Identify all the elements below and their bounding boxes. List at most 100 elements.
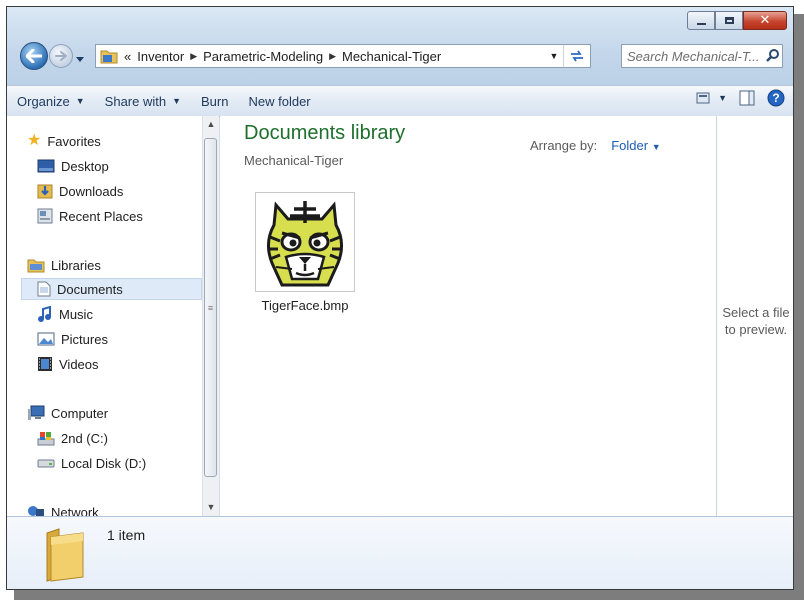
nav-label: Local Disk (D:) <box>61 455 147 471</box>
title-bar[interactable]: ✕ « Inventor ▶ Parametric-Modeling ▶ Mec… <box>7 7 793 85</box>
hard-drive-icon <box>37 459 55 468</box>
chevron-down-icon <box>76 57 84 62</box>
desktop-icon <box>37 159 55 173</box>
view-controls: ▼ ? <box>696 89 785 107</box>
nav-scrollbar[interactable]: ▲ ≡ ▼ <box>202 116 219 516</box>
search-input[interactable] <box>622 47 765 65</box>
nav-label: Desktop <box>61 158 109 174</box>
computer-icon <box>28 405 45 420</box>
chevron-right-icon[interactable]: ▶ <box>329 51 336 62</box>
nav-music[interactable]: Music <box>37 303 93 325</box>
network-icon <box>28 506 44 516</box>
nav-pictures[interactable]: Pictures <box>37 328 108 350</box>
change-view-button[interactable]: ▼ <box>696 92 727 104</box>
nav-videos[interactable]: Videos <box>37 353 99 375</box>
library-subtitle: Mechanical-Tiger <box>244 153 344 168</box>
scroll-up-arrow-icon[interactable]: ▲ <box>203 116 219 133</box>
nav-label: 2nd (C:) <box>61 430 108 446</box>
breadcrumb-parametric-modeling[interactable]: Parametric-Modeling <box>203 49 323 64</box>
chevron-down-icon: ▼ <box>718 93 727 103</box>
details-pane: 1 item <box>7 516 793 589</box>
close-icon: ✕ <box>759 13 771 28</box>
nav-label: Music <box>59 306 93 322</box>
item-count: 1 item <box>107 527 146 543</box>
recent-places-icon <box>37 208 53 224</box>
address-controls: ▼ <box>545 45 590 67</box>
chevron-down-icon: ▼ <box>651 142 661 152</box>
burn-label: Burn <box>201 93 229 109</box>
file-thumbnail <box>255 192 355 292</box>
libraries-icon <box>27 259 45 273</box>
preview-message: Select a file to preview. <box>717 304 793 338</box>
nav-label: Pictures <box>61 331 108 347</box>
close-button[interactable]: ✕ <box>743 11 787 30</box>
preview-line-1: Select a file <box>722 305 790 320</box>
nav-network[interactable]: Network <box>27 501 99 516</box>
refresh-button[interactable] <box>563 45 590 67</box>
minimize-button[interactable] <box>687 11 715 30</box>
music-icon <box>38 306 51 322</box>
nav-computer[interactable]: Computer <box>27 402 108 424</box>
svg-text:?: ? <box>772 91 779 105</box>
file-item[interactable]: TigerFace.bmp <box>250 192 360 313</box>
caption-buttons: ✕ <box>687 11 787 30</box>
tiger-face-icon <box>267 201 343 287</box>
new-folder-button[interactable]: New folder <box>238 89 320 113</box>
system-drive-icon <box>37 432 55 446</box>
address-history-dropdown[interactable]: ▼ <box>545 51 563 61</box>
file-name: TigerFace.bmp <box>261 298 349 313</box>
new-folder-label: New folder <box>248 93 311 109</box>
videos-icon <box>38 357 52 371</box>
downloads-icon <box>37 184 53 199</box>
navigation-pane: ★ Favorites Desktop Downloads Recent Pla… <box>7 116 202 516</box>
search-box[interactable] <box>621 44 783 68</box>
forward-button[interactable] <box>49 44 73 68</box>
forward-arrow-icon <box>55 51 67 61</box>
back-button[interactable] <box>20 42 48 70</box>
breadcrumb-mechanical-tiger[interactable]: Mechanical-Tiger <box>342 49 441 64</box>
address-bar[interactable]: « Inventor ▶ Parametric-Modeling ▶ Mecha… <box>95 44 591 68</box>
explorer-window: ✕ « Inventor ▶ Parametric-Modeling ▶ Mec… <box>6 6 794 590</box>
nav-label: Downloads <box>59 183 124 199</box>
nav-drive-c[interactable]: 2nd (C:) <box>37 427 108 449</box>
maximize-button[interactable] <box>715 11 743 30</box>
arrange-by: Arrange by: Folder ▼ <box>530 138 661 153</box>
help-icon[interactable]: ? <box>767 89 785 107</box>
chevron-down-icon: ▼ <box>75 96 85 106</box>
nav-libraries[interactable]: Libraries <box>27 254 101 276</box>
nav-drive-d[interactable]: Local Disk (D:) <box>37 452 146 474</box>
star-icon: ★ <box>27 132 42 149</box>
recent-pages-dropdown[interactable] <box>75 52 85 67</box>
breadcrumb-inventor[interactable]: Inventor <box>137 49 184 64</box>
folder-icon <box>46 528 84 582</box>
nav-label: Network <box>51 504 99 517</box>
search-icon[interactable] <box>765 48 781 64</box>
nav-recent-places[interactable]: Recent Places <box>37 205 143 227</box>
library-folder-icon <box>100 50 118 64</box>
chevron-right-icon[interactable]: ▶ <box>190 51 197 62</box>
nav-desktop[interactable]: Desktop <box>37 155 109 177</box>
scrollbar-thumb[interactable]: ≡ <box>204 138 217 477</box>
nav-label: Computer <box>51 405 109 421</box>
documents-icon <box>37 281 51 297</box>
chevron-down-icon: ▼ <box>172 96 182 106</box>
command-bar: Organize ▼ Share with ▼ Burn New folder … <box>7 85 793 117</box>
nav-documents[interactable]: Documents <box>21 278 202 300</box>
maximize-icon <box>724 17 734 24</box>
nav-favorites[interactable]: ★ Favorites <box>27 130 101 152</box>
view-icon <box>696 92 710 104</box>
nav-label: Recent Places <box>59 208 143 224</box>
burn-button[interactable]: Burn <box>191 89 238 113</box>
preview-line-2: to preview. <box>724 322 788 337</box>
preview-pane-icon[interactable] <box>739 90 755 106</box>
pictures-icon <box>37 332 55 346</box>
organize-button[interactable]: Organize ▼ <box>7 89 95 113</box>
arrange-by-dropdown[interactable]: Folder ▼ <box>611 138 660 153</box>
share-with-button[interactable]: Share with ▼ <box>95 89 191 113</box>
grip-icon: ≡ <box>207 302 214 313</box>
file-list: Documents library Mechanical-Tiger Arran… <box>220 116 716 516</box>
refresh-icon <box>571 50 583 62</box>
nav-downloads[interactable]: Downloads <box>37 180 123 202</box>
breadcrumb-overflow[interactable]: « <box>124 49 131 64</box>
scroll-down-arrow-icon[interactable]: ▼ <box>203 499 219 516</box>
